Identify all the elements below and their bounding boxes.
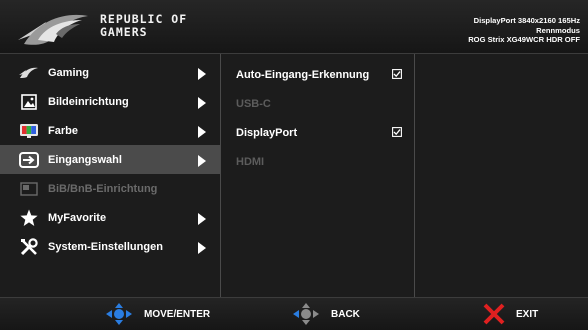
star-icon bbox=[19, 208, 39, 228]
sub-item-auto-eingang[interactable]: Auto-Eingang-Erkennung bbox=[228, 60, 410, 89]
menu-label: MyFavorite bbox=[48, 211, 107, 224]
status-info: DisplayPort 3840x2160 165Hz Rennmodus RO… bbox=[468, 16, 580, 45]
menu-item-bib-bnb[interactable]: BiB/BnB-Einrichtung bbox=[0, 174, 220, 203]
joystick-back-icon bbox=[293, 303, 319, 325]
menu-label: System-Einstellungen bbox=[48, 240, 163, 253]
sub-item-label: DisplayPort bbox=[236, 126, 298, 139]
sub-item-label: Auto-Eingang-Erkennung bbox=[236, 68, 370, 81]
menu-item-eingangswahl[interactable]: Eingangswahl bbox=[0, 145, 220, 174]
header: REPUBLIC OF GAMERS DisplayPort 3840x2160… bbox=[0, 0, 588, 54]
menu-label: Gaming bbox=[48, 66, 89, 79]
arrow-right-icon bbox=[198, 242, 206, 254]
checkbox-checked-icon[interactable] bbox=[392, 69, 402, 79]
menu-label: BiB/BnB-Einrichtung bbox=[48, 182, 158, 195]
pip-icon bbox=[19, 179, 39, 199]
rog-logo-icon bbox=[18, 14, 88, 45]
back-button[interactable]: BACK bbox=[291, 302, 360, 326]
arrow-right-icon bbox=[198, 126, 206, 138]
sub-item-displayport[interactable]: DisplayPort bbox=[228, 118, 410, 147]
image-icon bbox=[19, 92, 39, 112]
rog-eye-icon bbox=[19, 63, 39, 83]
main-menu: Gaming Bildeinrichtung Farbe Eingangswah… bbox=[0, 58, 220, 261]
menu-item-myfavorite[interactable]: MyFavorite bbox=[0, 203, 220, 232]
menu-label: Bildeinrichtung bbox=[48, 95, 129, 108]
osd-menu: REPUBLIC OF GAMERS DisplayPort 3840x2160… bbox=[0, 0, 588, 330]
joystick-move-icon bbox=[106, 303, 132, 325]
exit-label: EXIT bbox=[516, 308, 539, 320]
arrow-right-icon bbox=[198, 155, 206, 167]
sub-item-label: USB-C bbox=[236, 97, 271, 110]
arrow-right-icon bbox=[198, 213, 206, 225]
sub-item-label: HDMI bbox=[236, 155, 265, 168]
back-label: BACK bbox=[331, 308, 360, 320]
brand-line-2: GAMERS bbox=[100, 25, 148, 39]
status-signal: DisplayPort 3840x2160 165Hz bbox=[473, 16, 580, 25]
color-icon bbox=[19, 121, 39, 141]
move-enter-label: MOVE/ENTER bbox=[144, 308, 211, 320]
exit-button[interactable]: EXIT bbox=[482, 302, 538, 326]
column-divider bbox=[220, 54, 221, 297]
menu-item-farbe[interactable]: Farbe bbox=[0, 116, 220, 145]
close-icon bbox=[483, 303, 505, 325]
checkbox-checked-icon[interactable] bbox=[392, 127, 402, 137]
menu-label: Eingangswahl bbox=[48, 153, 122, 166]
sub-menu: Auto-Eingang-Erkennung USB-C DisplayPort… bbox=[228, 60, 410, 176]
menu-item-gaming[interactable]: Gaming bbox=[0, 58, 220, 87]
move-enter-button[interactable]: MOVE/ENTER bbox=[104, 302, 210, 326]
sub-item-usb-c[interactable]: USB-C bbox=[228, 89, 410, 118]
menu-label: Farbe bbox=[48, 124, 78, 137]
status-mode: Rennmodus bbox=[536, 25, 580, 35]
menu-item-system-einstellungen[interactable]: System-Einstellungen bbox=[0, 232, 220, 261]
arrow-right-icon bbox=[198, 68, 206, 80]
input-icon bbox=[19, 150, 39, 170]
column-divider bbox=[414, 54, 415, 297]
arrow-right-icon bbox=[198, 97, 206, 109]
status-model: ROG Strix XG49WCR HDR OFF bbox=[468, 35, 580, 45]
sub-item-hdmi[interactable]: HDMI bbox=[228, 147, 410, 176]
menu-item-bildeinrichtung[interactable]: Bildeinrichtung bbox=[0, 87, 220, 116]
footer: MOVE/ENTER BACK EXIT bbox=[0, 297, 588, 330]
tools-icon bbox=[19, 237, 39, 257]
brand-text: REPUBLIC OF GAMERS bbox=[100, 13, 187, 39]
